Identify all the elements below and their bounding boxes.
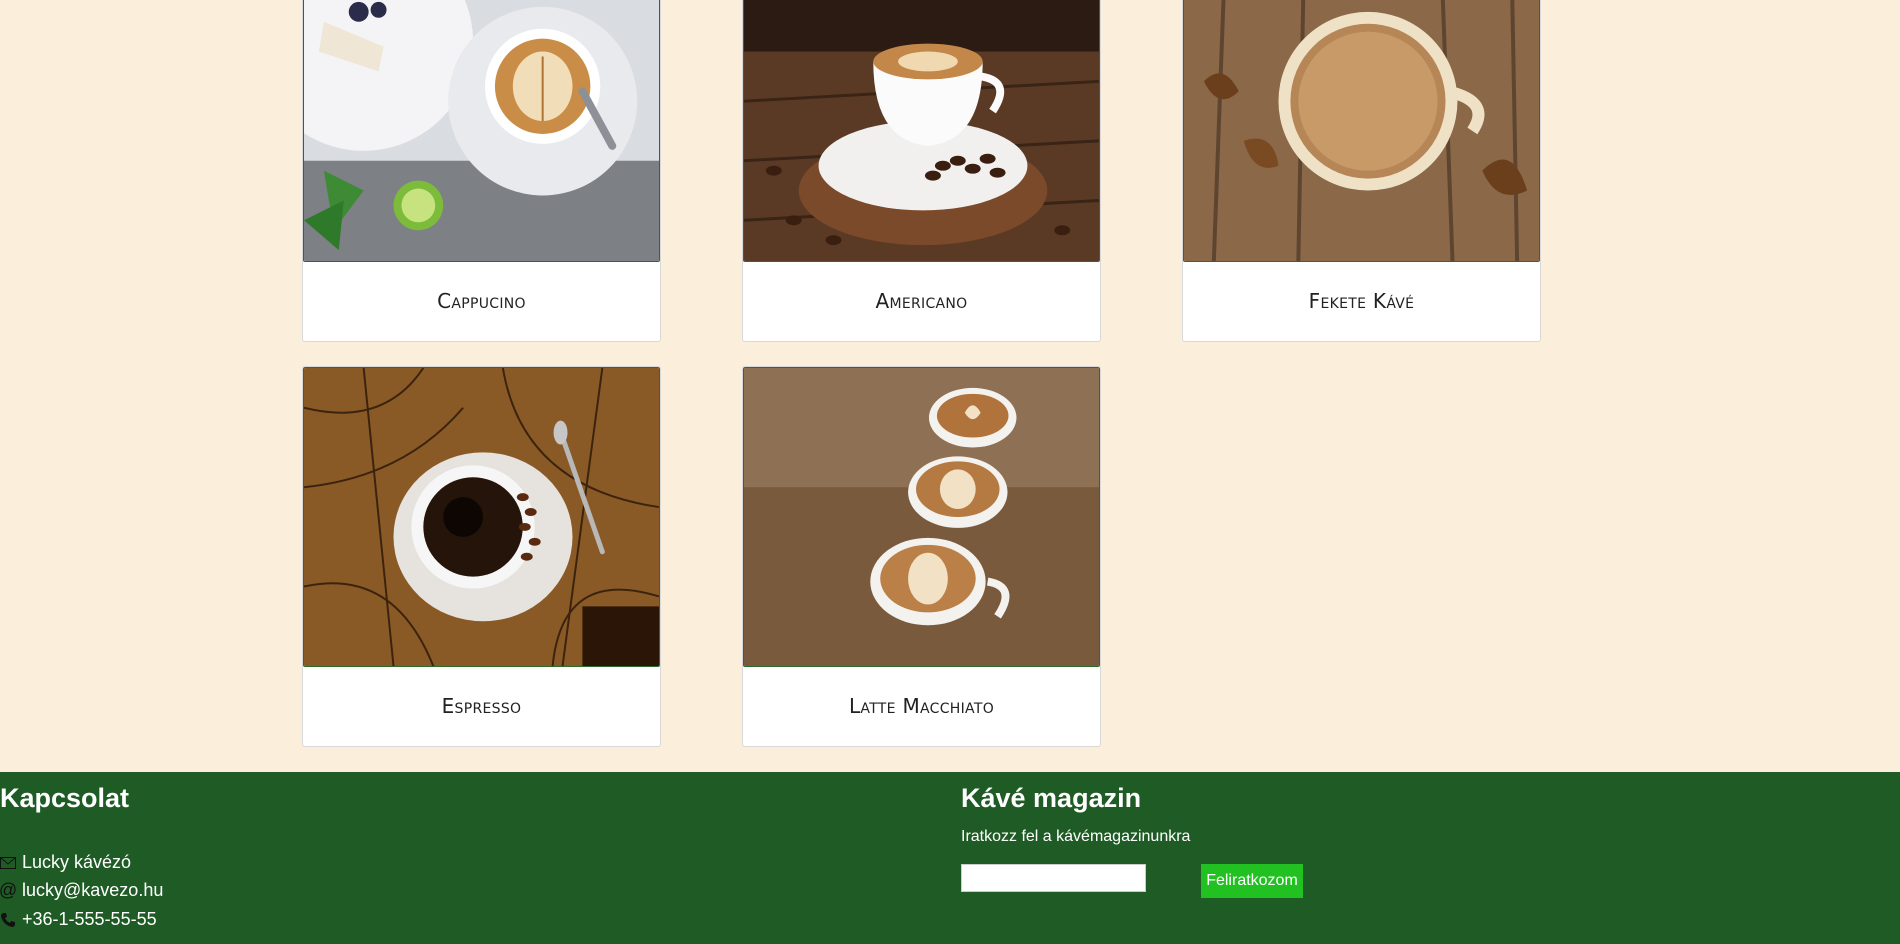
contact-email[interactable]: lucky@kavezo.hu xyxy=(22,880,163,901)
contact-line-email: @ lucky@kavezo.hu xyxy=(0,880,163,901)
product-image-fekete-kave xyxy=(1183,0,1540,262)
product-image-latte-macchiato xyxy=(743,367,1100,667)
phone-icon xyxy=(0,912,16,928)
magazine-subtitle: Iratkozz fel a kávémagazinunkra xyxy=(961,828,1191,845)
newsletter-email-input[interactable] xyxy=(961,864,1146,892)
envelope-icon xyxy=(0,855,16,871)
at-icon: @ xyxy=(0,880,18,900)
contact-line-phone: +36-1-555-55-55 xyxy=(0,909,157,930)
product-image-cappucino xyxy=(303,0,660,262)
contact-name: Lucky kávézó xyxy=(22,852,132,872)
contact-phone[interactable]: +36-1-555-55-55 xyxy=(22,909,157,930)
product-title: Fekete Kávé xyxy=(1308,289,1415,313)
product-title: Espresso xyxy=(441,694,522,718)
footer xyxy=(0,772,1900,944)
contact-line-name: Lucky kávézó xyxy=(0,852,131,873)
product-card-americano[interactable]: Americano xyxy=(742,0,1101,342)
product-card-latte-macchiato[interactable]: Latte Macchiato xyxy=(742,366,1101,747)
contact-heading: Kapcsolat xyxy=(0,783,130,813)
product-title: Americano xyxy=(875,289,968,313)
product-title: Cappucino xyxy=(437,289,526,313)
product-card-cappucino[interactable]: Cappucino xyxy=(302,0,661,342)
product-card-fekete-kave[interactable]: Fekete Kávé xyxy=(1182,0,1541,342)
magazine-heading: Kávé magazin xyxy=(961,783,1142,813)
product-title: Latte Macchiato xyxy=(848,694,995,718)
subscribe-button[interactable]: Feliratkozom xyxy=(1201,864,1303,898)
product-card-espresso[interactable]: Espresso xyxy=(302,366,661,747)
product-image-americano xyxy=(743,0,1100,262)
product-image-espresso xyxy=(303,367,660,667)
